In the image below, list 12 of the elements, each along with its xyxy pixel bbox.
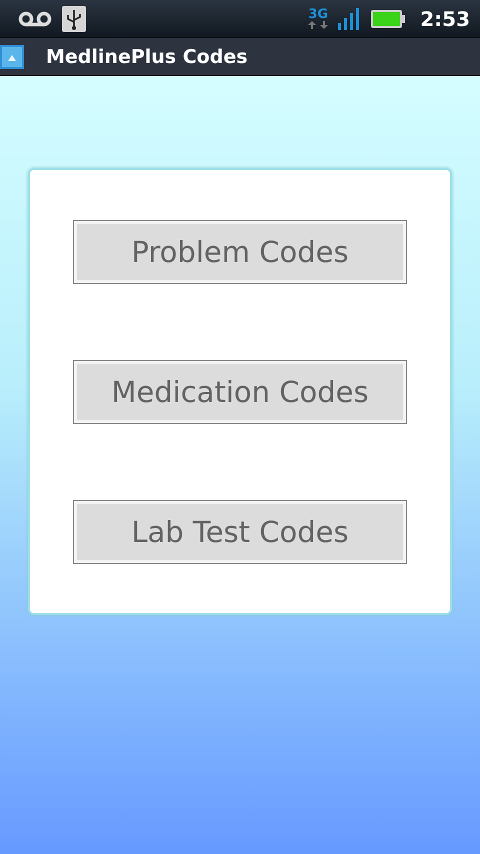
app-title: MedlinePlus Codes: [46, 46, 248, 68]
voicemail-icon: [18, 10, 52, 26]
data-arrows-icon: [308, 21, 328, 29]
battery-icon: [370, 8, 406, 28]
menu-button[interactable]: Medication Codes: [73, 360, 407, 424]
app-icon: [0, 44, 24, 68]
clock: 2:53: [420, 6, 470, 30]
signal-icon: [338, 8, 360, 30]
menu-button[interactable]: Problem Codes: [73, 220, 407, 284]
usb-icon: [62, 6, 86, 32]
network-type: 3G: [308, 8, 328, 21]
menu-button[interactable]: Lab Test Codes: [73, 500, 407, 564]
